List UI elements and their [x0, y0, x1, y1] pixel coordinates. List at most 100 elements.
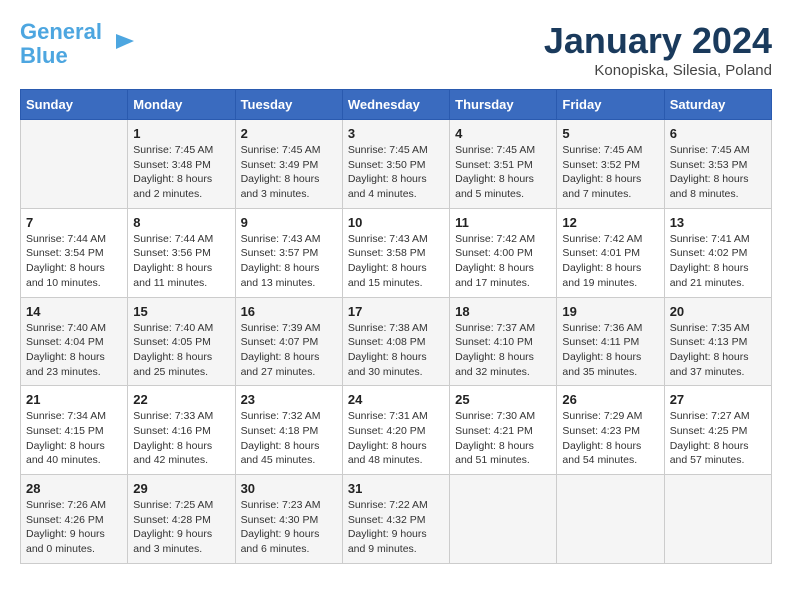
- day-info: Sunrise: 7:36 AMSunset: 4:11 PMDaylight:…: [562, 321, 658, 380]
- calendar-cell: 2 Sunrise: 7:45 AMSunset: 3:49 PMDaylight…: [235, 120, 342, 209]
- header: General Blue January 2024 Konopiska, Sil…: [20, 20, 772, 79]
- calendar-cell: 18 Sunrise: 7:37 AMSunset: 4:10 PMDayligh…: [450, 297, 557, 386]
- day-info: Sunrise: 7:43 AMSunset: 3:57 PMDaylight:…: [241, 232, 337, 291]
- day-info: Sunrise: 7:35 AMSunset: 4:13 PMDaylight:…: [670, 321, 766, 380]
- calendar-cell: [450, 475, 557, 564]
- calendar-cell: 17Sunrise: 7:38 AMSunset: 4:08 PMDayligh…: [342, 297, 449, 386]
- day-number: 27: [670, 392, 766, 407]
- calendar-cell: 10 Sunrise: 7:43 AMSunset: 3:58 PMDayligh…: [342, 208, 449, 297]
- day-number: 17: [348, 304, 444, 319]
- day-number: 16: [241, 304, 337, 319]
- calendar-cell: 24 Sunrise: 7:31 AMSunset: 4:20 PMDayligh…: [342, 386, 449, 475]
- day-info: Sunrise: 7:22 AMSunset: 4:32 PMDaylight:…: [348, 498, 444, 557]
- day-info: Sunrise: 7:23 AMSunset: 4:30 PMDaylight:…: [241, 498, 337, 557]
- location: Konopiska, Silesia, Poland: [544, 62, 772, 79]
- calendar-cell: 25 Sunrise: 7:30 AMSunset: 4:21 PMDayligh…: [450, 386, 557, 475]
- day-info: Sunrise: 7:44 AMSunset: 3:54 PMDaylight:…: [26, 232, 122, 291]
- day-info: Sunrise: 7:27 AMSunset: 4:25 PMDaylight:…: [670, 409, 766, 468]
- calendar-cell: 13 Sunrise: 7:41 AMSunset: 4:02 PMDayligh…: [664, 208, 771, 297]
- calendar-table: SundayMondayTuesdayWednesdayThursdayFrid…: [20, 89, 772, 564]
- calendar-body: 1Sunrise: 7:45 AMSunset: 3:48 PMDaylight…: [21, 120, 772, 564]
- calendar-cell: 1Sunrise: 7:45 AMSunset: 3:48 PMDaylight…: [128, 120, 235, 209]
- logo-text: General Blue: [20, 20, 102, 68]
- calendar-cell: 11Sunrise: 7:42 AMSunset: 4:00 PMDayligh…: [450, 208, 557, 297]
- day-info: Sunrise: 7:26 AMSunset: 4:26 PMDaylight:…: [26, 498, 122, 557]
- day-number: 28: [26, 481, 122, 496]
- day-of-week-header: Monday: [128, 90, 235, 120]
- day-number: 13: [670, 215, 766, 230]
- day-number: 3: [348, 126, 444, 141]
- calendar-cell: 4Sunrise: 7:45 AMSunset: 3:51 PMDaylight…: [450, 120, 557, 209]
- day-info: Sunrise: 7:29 AMSunset: 4:23 PMDaylight:…: [562, 409, 658, 468]
- day-number: 24: [348, 392, 444, 407]
- calendar-cell: 20 Sunrise: 7:35 AMSunset: 4:13 PMDayligh…: [664, 297, 771, 386]
- day-info: Sunrise: 7:32 AMSunset: 4:18 PMDaylight:…: [241, 409, 337, 468]
- day-number: 5: [562, 126, 658, 141]
- calendar-week-row: 7 Sunrise: 7:44 AMSunset: 3:54 PMDaylight…: [21, 208, 772, 297]
- day-of-week-header: Thursday: [450, 90, 557, 120]
- calendar-cell: 6Sunrise: 7:45 AMSunset: 3:53 PMDaylight…: [664, 120, 771, 209]
- calendar-cell: 15 Sunrise: 7:40 AMSunset: 4:05 PMDayligh…: [128, 297, 235, 386]
- calendar-week-row: 28 Sunrise: 7:26 AMSunset: 4:26 PMDayligh…: [21, 475, 772, 564]
- day-info: Sunrise: 7:45 AMSunset: 3:48 PMDaylight:…: [133, 143, 229, 202]
- calendar-header: SundayMondayTuesdayWednesdayThursdayFrid…: [21, 90, 772, 120]
- calendar-cell: 30 Sunrise: 7:23 AMSunset: 4:30 PMDayligh…: [235, 475, 342, 564]
- day-number: 31: [348, 481, 444, 496]
- day-info: Sunrise: 7:40 AMSunset: 4:05 PMDaylight:…: [133, 321, 229, 380]
- day-info: Sunrise: 7:31 AMSunset: 4:20 PMDaylight:…: [348, 409, 444, 468]
- calendar-cell: 21Sunrise: 7:34 AMSunset: 4:15 PMDayligh…: [21, 386, 128, 475]
- calendar-cell: 3Sunrise: 7:45 AMSunset: 3:50 PMDaylight…: [342, 120, 449, 209]
- calendar-cell: 29 Sunrise: 7:25 AMSunset: 4:28 PMDayligh…: [128, 475, 235, 564]
- day-number: 26: [562, 392, 658, 407]
- logo: General Blue: [20, 20, 136, 68]
- day-of-week-header: Friday: [557, 90, 664, 120]
- day-number: 29: [133, 481, 229, 496]
- calendar-cell: 14Sunrise: 7:40 AMSunset: 4:04 PMDayligh…: [21, 297, 128, 386]
- day-info: Sunrise: 7:25 AMSunset: 4:28 PMDaylight:…: [133, 498, 229, 557]
- day-number: 2: [241, 126, 337, 141]
- calendar-cell: [21, 120, 128, 209]
- day-number: 25: [455, 392, 551, 407]
- day-of-week-header: Tuesday: [235, 90, 342, 120]
- day-of-week-header: Wednesday: [342, 90, 449, 120]
- calendar-week-row: 1Sunrise: 7:45 AMSunset: 3:48 PMDaylight…: [21, 120, 772, 209]
- day-number: 12: [562, 215, 658, 230]
- day-number: 8: [133, 215, 229, 230]
- day-info: Sunrise: 7:41 AMSunset: 4:02 PMDaylight:…: [670, 232, 766, 291]
- day-number: 7: [26, 215, 122, 230]
- calendar-cell: 5 Sunrise: 7:45 AMSunset: 3:52 PMDaylight…: [557, 120, 664, 209]
- day-number: 22: [133, 392, 229, 407]
- day-info: Sunrise: 7:42 AMSunset: 4:01 PMDaylight:…: [562, 232, 658, 291]
- header-row: SundayMondayTuesdayWednesdayThursdayFrid…: [21, 90, 772, 120]
- day-info: Sunrise: 7:34 AMSunset: 4:15 PMDaylight:…: [26, 409, 122, 468]
- day-info: Sunrise: 7:43 AMSunset: 3:58 PMDaylight:…: [348, 232, 444, 291]
- calendar-cell: 9 Sunrise: 7:43 AMSunset: 3:57 PMDaylight…: [235, 208, 342, 297]
- day-info: Sunrise: 7:30 AMSunset: 4:21 PMDaylight:…: [455, 409, 551, 468]
- day-info: Sunrise: 7:45 AMSunset: 3:49 PMDaylight:…: [241, 143, 337, 202]
- day-number: 15: [133, 304, 229, 319]
- day-info: Sunrise: 7:37 AMSunset: 4:10 PMDaylight:…: [455, 321, 551, 380]
- calendar-cell: 7 Sunrise: 7:44 AMSunset: 3:54 PMDaylight…: [21, 208, 128, 297]
- calendar-cell: 27 Sunrise: 7:27 AMSunset: 4:25 PMDayligh…: [664, 386, 771, 475]
- day-info: Sunrise: 7:40 AMSunset: 4:04 PMDaylight:…: [26, 321, 122, 380]
- day-number: 30: [241, 481, 337, 496]
- day-info: Sunrise: 7:45 AMSunset: 3:51 PMDaylight:…: [455, 143, 551, 202]
- calendar-week-row: 21Sunrise: 7:34 AMSunset: 4:15 PMDayligh…: [21, 386, 772, 475]
- calendar-cell: 12 Sunrise: 7:42 AMSunset: 4:01 PMDayligh…: [557, 208, 664, 297]
- calendar-cell: 31 Sunrise: 7:22 AMSunset: 4:32 PMDayligh…: [342, 475, 449, 564]
- day-number: 10: [348, 215, 444, 230]
- day-number: 9: [241, 215, 337, 230]
- calendar-cell: 19 Sunrise: 7:36 AMSunset: 4:11 PMDayligh…: [557, 297, 664, 386]
- logo-line2: Blue: [20, 43, 68, 68]
- day-number: 6: [670, 126, 766, 141]
- calendar-cell: 16 Sunrise: 7:39 AMSunset: 4:07 PMDayligh…: [235, 297, 342, 386]
- day-number: 19: [562, 304, 658, 319]
- day-number: 20: [670, 304, 766, 319]
- day-number: 11: [455, 215, 551, 230]
- calendar-cell: 8 Sunrise: 7:44 AMSunset: 3:56 PMDaylight…: [128, 208, 235, 297]
- day-number: 18: [455, 304, 551, 319]
- day-info: Sunrise: 7:39 AMSunset: 4:07 PMDaylight:…: [241, 321, 337, 380]
- calendar-cell: 23Sunrise: 7:32 AMSunset: 4:18 PMDayligh…: [235, 386, 342, 475]
- day-info: Sunrise: 7:45 AMSunset: 3:52 PMDaylight:…: [562, 143, 658, 202]
- day-info: Sunrise: 7:44 AMSunset: 3:56 PMDaylight:…: [133, 232, 229, 291]
